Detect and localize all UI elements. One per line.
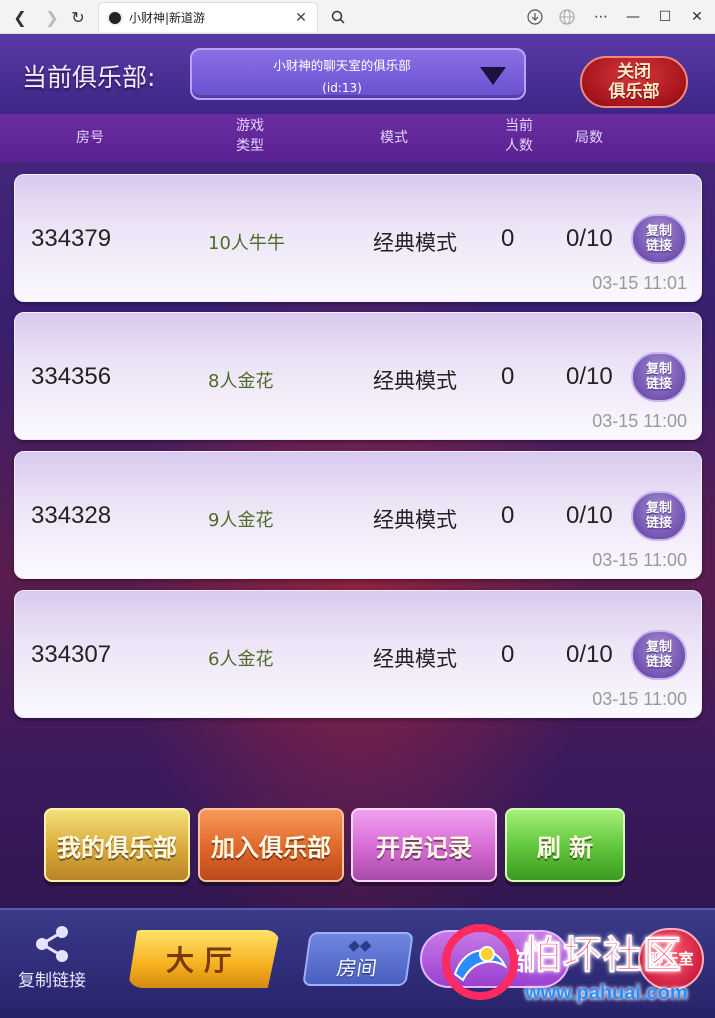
rounds: 0/10	[566, 363, 613, 390]
copy-link-button[interactable]: 复制 链接	[631, 491, 687, 541]
maximize-icon[interactable]: ☐	[652, 5, 678, 29]
created-time: 03-15 11:00	[592, 550, 687, 570]
share-icon	[36, 926, 68, 962]
room-row[interactable]: 334379 10人牛牛 经典模式 0 0/10 复制 链接 03-15 11:…	[14, 174, 702, 302]
current-players: 0	[501, 363, 515, 390]
col-players: 当前 人数	[505, 118, 533, 154]
my-club-button[interactable]: 我的俱乐部	[44, 808, 190, 882]
room-row[interactable]: 334328 9人金花 经典模式 0 0/10 复制 链接 03-15 11:0…	[14, 451, 702, 579]
game-mode: 经典模式	[373, 231, 457, 255]
site-favicon-icon	[107, 9, 123, 26]
room-row[interactable]: 334307 6人金花 经典模式 0 0/10 复制 链接 03-15 11:0…	[14, 590, 702, 718]
room-number: 334328	[31, 502, 112, 529]
game-mode: 经典模式	[373, 508, 457, 532]
forward-icon[interactable]: ❯	[40, 5, 64, 29]
search-icon[interactable]	[326, 6, 350, 28]
back-icon[interactable]: ❮	[8, 5, 32, 29]
copy-link-label: 复制 链接	[645, 501, 672, 531]
room-records-button[interactable]: 开房记录	[351, 808, 497, 882]
room-badge-icon: ◆◆	[347, 935, 373, 954]
room-table-header: 房号 游戏 类型 模式 当前 人数 局数	[0, 114, 715, 162]
globe-icon[interactable]	[554, 5, 580, 29]
rounds: 0/10	[566, 225, 613, 252]
club-id: (id:13)	[322, 81, 362, 95]
browser-toolbar: ❮ ❯ ↻ 小财神|新道游 ✕ ⋯ — ☐ ✕	[0, 0, 715, 34]
room-row[interactable]: 334356 8人金花 经典模式 0 0/10 复制 链接 03-15 11:0…	[14, 312, 702, 440]
current-club-label: 当前俱乐部:	[22, 63, 156, 92]
close-club-label: 关闭 俱乐部	[608, 62, 660, 102]
close-club-button[interactable]: 关闭 俱乐部	[580, 56, 688, 108]
game-type: 6人金花	[208, 649, 274, 670]
nav-hall-button[interactable]: 大厅	[128, 930, 280, 988]
download-icon[interactable]	[522, 5, 548, 29]
copy-link-label: 复制链接	[18, 971, 86, 991]
more-menu-icon[interactable]: ⋯	[588, 5, 614, 29]
room-number: 334356	[31, 363, 112, 390]
minimize-icon[interactable]: —	[620, 5, 646, 29]
rounds: 0/10	[566, 641, 613, 668]
watermark-text: 怕坏社区	[522, 933, 684, 978]
club-name: 小财神的聊天室的俱乐部	[273, 58, 411, 73]
game-type: 8人金花	[208, 371, 274, 392]
created-time: 03-15 11:00	[592, 411, 687, 431]
col-game-type: 游戏 类型	[236, 118, 264, 154]
nav-room-button[interactable]: ◆◆ 房间	[302, 932, 414, 986]
col-mode: 模式	[380, 130, 408, 146]
window-close-icon[interactable]: ✕	[684, 5, 710, 29]
join-club-button[interactable]: 加入俱乐部	[198, 808, 344, 882]
current-players: 0	[501, 641, 515, 668]
game-type: 9人金花	[208, 510, 274, 531]
game-canvas: 当前俱乐部: 小财神的聊天室的俱乐部 (id:13) 关闭 俱乐部 房号 游戏 …	[0, 34, 715, 1018]
copy-link-button[interactable]: 复制 链接	[631, 352, 687, 402]
copy-link-button[interactable]: 复制 链接	[631, 214, 687, 264]
tab-title: 小财神|新道游	[129, 11, 206, 25]
copy-link-label: 复制 链接	[645, 362, 672, 392]
watermark-logo-icon	[442, 924, 518, 1000]
col-rounds: 局数	[575, 130, 603, 146]
current-players: 0	[501, 225, 515, 252]
copy-link-button[interactable]: 复制 链接	[631, 630, 687, 680]
tab-close-icon[interactable]: ✕	[293, 10, 309, 26]
created-time: 03-15 11:00	[592, 689, 687, 709]
created-time: 03-15 11:01	[592, 273, 687, 293]
room-number: 334307	[31, 641, 112, 668]
browser-tab[interactable]: 小财神|新道游 ✕	[98, 2, 318, 32]
copy-link-label: 复制 链接	[645, 640, 672, 670]
rounds: 0/10	[566, 502, 613, 529]
copy-share-link-button[interactable]: 复制链接	[10, 924, 94, 991]
watermark-url: www.pahuai.com	[525, 982, 688, 1004]
col-room-no: 房号	[76, 130, 104, 146]
club-dropdown[interactable]: 小财神的聊天室的俱乐部 (id:13)	[190, 48, 526, 100]
current-players: 0	[501, 502, 515, 529]
game-type: 10人牛牛	[208, 233, 285, 254]
room-number: 334379	[31, 225, 112, 252]
site-watermark: 怕坏社区 www.pahuai.com	[435, 904, 715, 1018]
club-header: 当前俱乐部: 小财神的聊天室的俱乐部 (id:13) 关闭 俱乐部	[0, 34, 715, 114]
copy-link-label: 复制 链接	[645, 224, 672, 254]
game-mode: 经典模式	[373, 369, 457, 393]
refresh-button[interactable]: 刷 新	[505, 808, 625, 882]
nav-room-label: 房间	[335, 955, 379, 980]
reload-icon[interactable]: ↻	[66, 5, 90, 29]
game-mode: 经典模式	[373, 647, 457, 671]
dropdown-caret-icon	[480, 67, 506, 85]
